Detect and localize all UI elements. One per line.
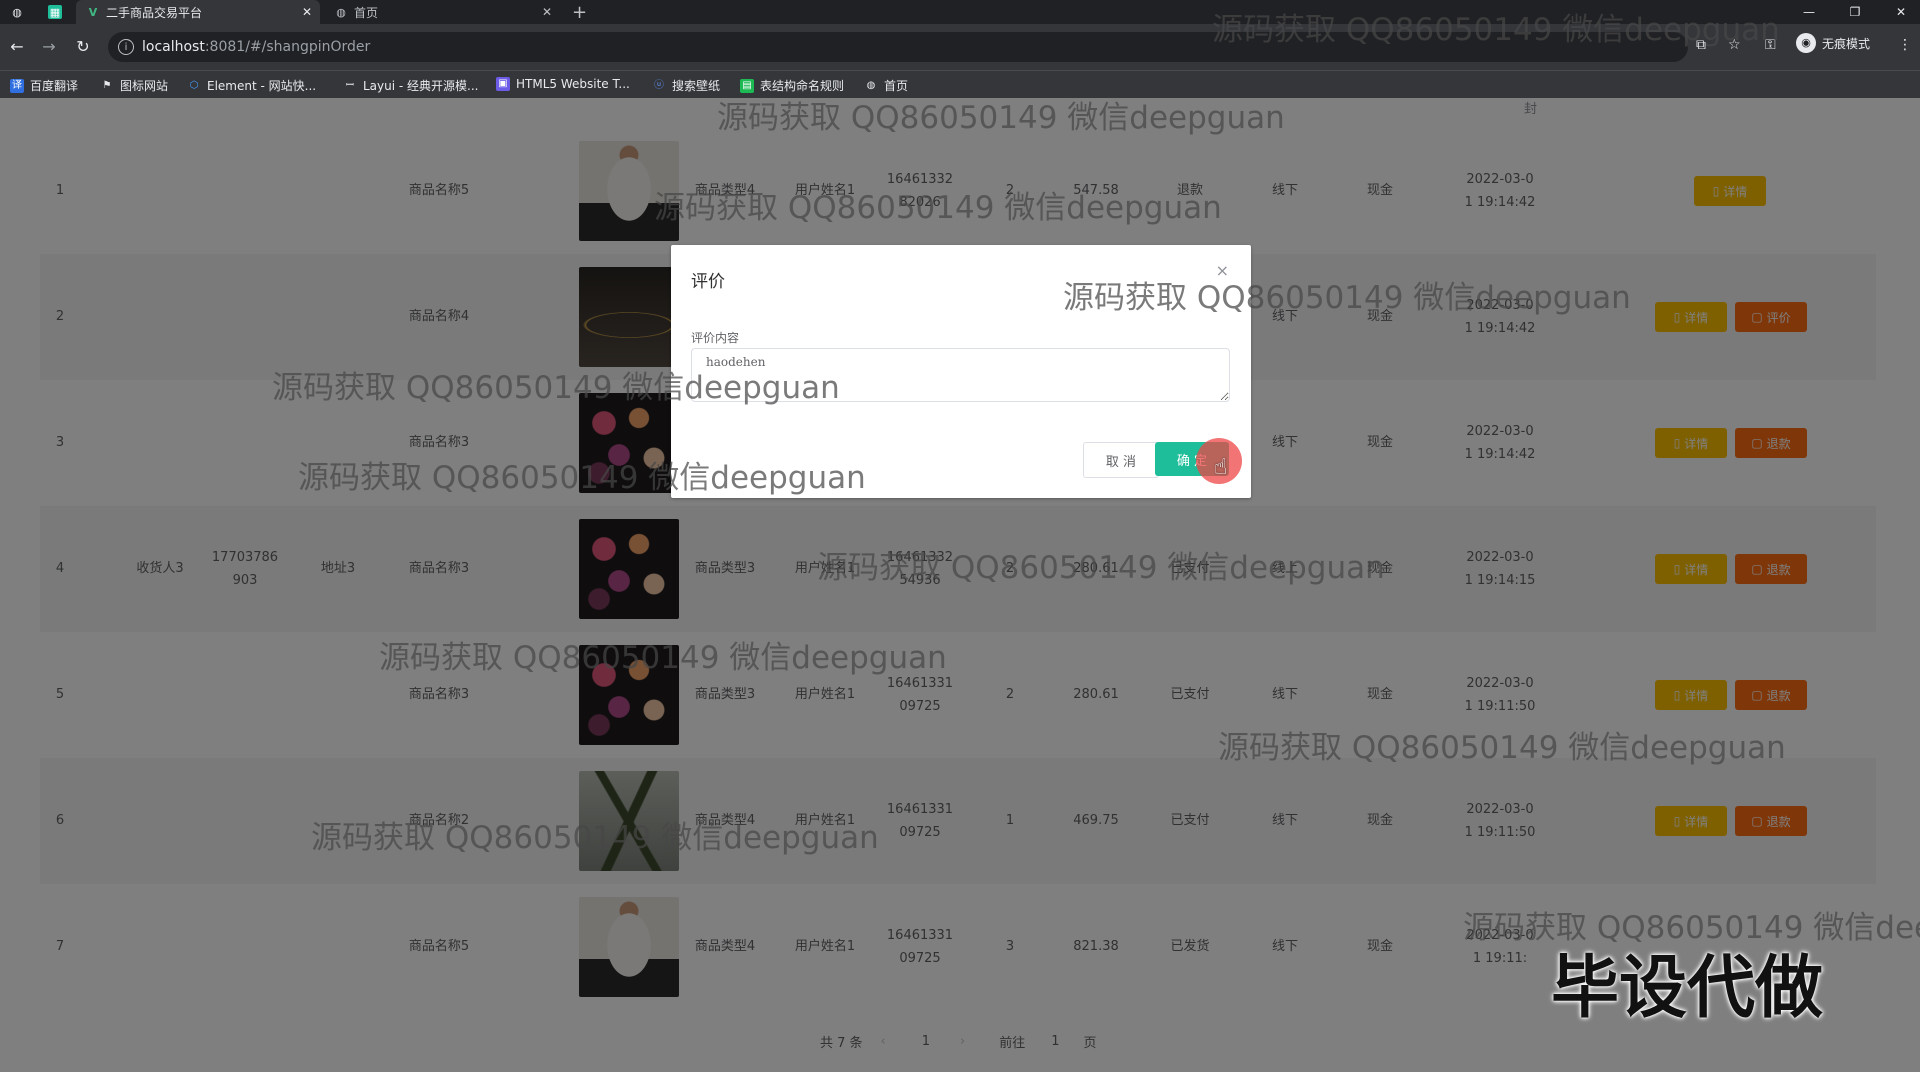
new-tab-button[interactable]: +	[572, 0, 596, 24]
close-tab-icon[interactable]: ✕	[542, 5, 552, 19]
watermark: 源码获取 QQ86050149 微信deepguan	[379, 640, 947, 676]
tab-title: 首页	[354, 5, 379, 20]
watermark: 源码获取 QQ86050149 微信deepguan	[311, 820, 879, 856]
more-menu-icon[interactable]: ⋮	[1898, 37, 1912, 53]
review-content-label: 评价内容	[691, 331, 740, 345]
watermark: 源码获取 QQ86050149 微信deepguan	[654, 190, 1222, 226]
bookmark-item[interactable]: ⓤ 搜索壁纸	[652, 77, 720, 94]
watermark: 源码获取 QQ86050149 微信deepguan	[272, 370, 840, 406]
flag-icon: ⚑	[102, 79, 112, 91]
layui-logo-icon: ꟷ	[345, 79, 355, 91]
watermark: 源码获取 QQ86050149 微信deepguan	[817, 550, 1385, 586]
back-arrow-icon[interactable]: ←	[6, 36, 28, 58]
element-logo-icon: ⬡	[189, 79, 199, 91]
watermark: 源码获取 QQ86050149 微信deepguan	[1063, 280, 1631, 316]
watermark: 源码获取 QQ86050149 微信deepguan	[298, 460, 866, 496]
minimize-icon[interactable]: —	[1786, 0, 1832, 24]
incognito-label: 无痕模式	[1822, 36, 1871, 51]
app-tab-icon[interactable]: ▦	[38, 0, 72, 24]
watermark: 源码获取 QQ86050149 微信deepguan	[717, 100, 1285, 136]
restore-icon[interactable]: ❐	[1832, 0, 1878, 24]
watermark: 源码获取 QQ86050149 微信deepguan	[1212, 12, 1780, 48]
translate-bookmark-icon: 译	[10, 78, 24, 93]
site-info-icon[interactable]: i	[118, 39, 134, 55]
browser-tab[interactable]: ◍ 首页 ✕	[324, 0, 560, 24]
watermark: 源码获取 QQ86050149 微信deepguan	[1218, 730, 1786, 766]
dialog-title: 评价	[691, 272, 725, 292]
bookmark-item[interactable]: ⬡ Element - 网站快...	[187, 77, 316, 94]
globe-icon: ◍	[866, 79, 876, 91]
bookmark-item[interactable]: 译百度翻译	[10, 77, 78, 94]
bookmark-item[interactable]: ▣ HTML5 Website T...	[496, 77, 630, 91]
table-rule-icon: ▤	[740, 78, 754, 93]
cancel-button[interactable]: 取 消	[1083, 442, 1159, 478]
brand-overlay-text: 毕设代做	[1551, 949, 1824, 1028]
forward-arrow-icon[interactable]: →	[38, 36, 60, 58]
window-close-icon[interactable]: ✕	[1878, 0, 1920, 24]
incognito-profile[interactable]: ◉ 无痕模式	[1796, 33, 1870, 53]
wallpaper-search-icon: ⓤ	[654, 79, 664, 91]
url-host: localhost	[142, 39, 205, 55]
incognito-icon: ◉	[1796, 33, 1816, 53]
url-path: :8081/#/shangpinOrder	[204, 39, 371, 55]
html5-template-icon: ▣	[496, 77, 510, 91]
tab-title: 二手商品交易平台	[106, 5, 203, 20]
close-tab-icon[interactable]: ✕	[302, 5, 312, 19]
vue-v-icon: V	[88, 5, 98, 19]
bookmark-item[interactable]: ⚑ 图标网站	[100, 77, 169, 94]
browser-tab-active[interactable]: V 二手商品交易平台 ✕	[76, 0, 320, 24]
reload-icon[interactable]: ↻	[72, 36, 94, 58]
browser-menu-icon[interactable]: ◍	[0, 0, 36, 24]
globe-icon: ◍	[336, 5, 346, 19]
hand-cursor-icon: ☝	[1214, 455, 1228, 480]
bookmark-item[interactable]: ꟷ Layui - 经典开源模...	[343, 77, 479, 94]
